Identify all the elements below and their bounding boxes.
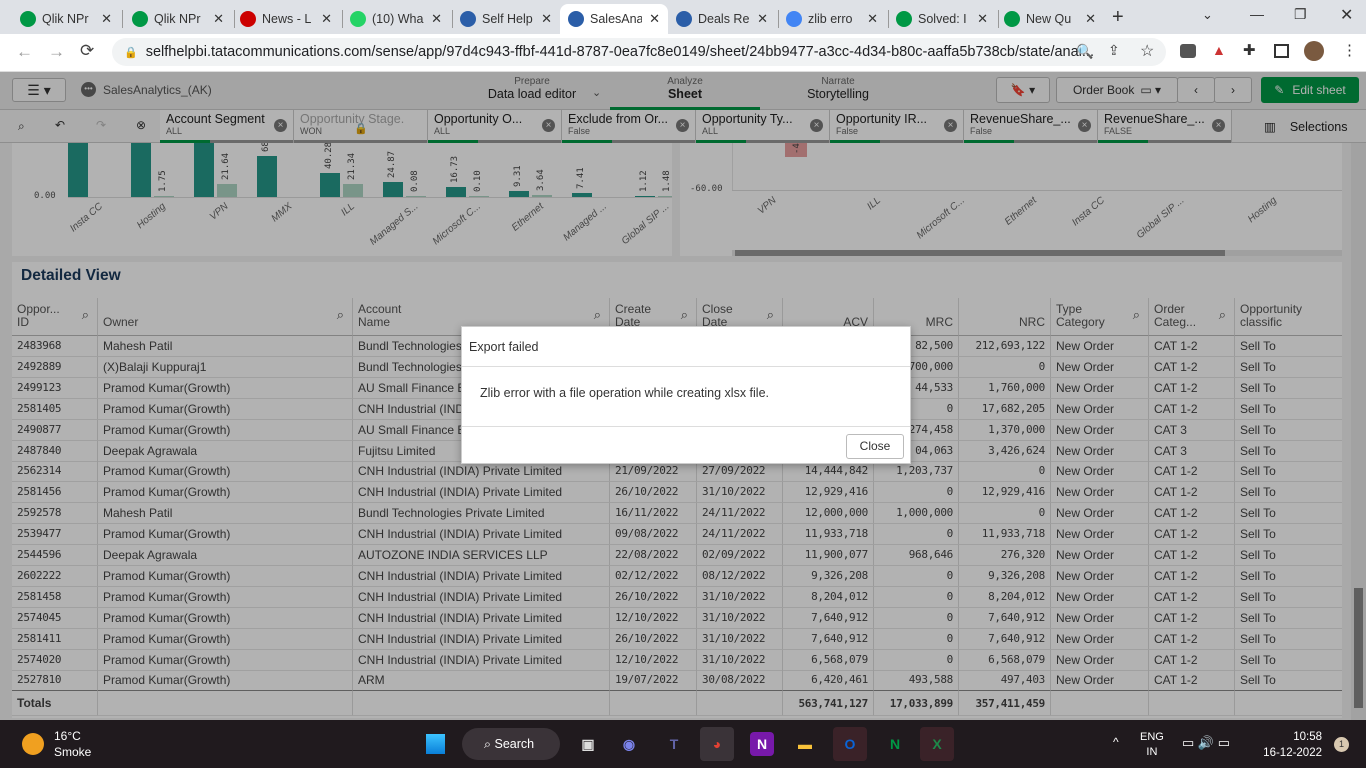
- taskbar-search[interactable]: ⌕ Search: [462, 728, 560, 760]
- google-icon: [786, 11, 802, 27]
- onenote-icon[interactable]: N: [750, 732, 774, 756]
- file-explorer-icon[interactable]: ▬: [788, 727, 822, 761]
- toi-icon: [240, 11, 256, 27]
- browser-tab[interactable]: Self Help ✕: [452, 4, 560, 34]
- dialog-title: Export failed: [462, 327, 910, 367]
- whatsapp-icon: [350, 11, 366, 27]
- side-panel-icon[interactable]: [1274, 44, 1289, 58]
- browser-tab[interactable]: Qlik NPr ✕: [12, 4, 120, 34]
- teams-meet-icon[interactable]: ◉: [612, 727, 646, 761]
- browser-tab[interactable]: SalesAna ✕: [560, 4, 668, 34]
- browser-menu-icon[interactable]: ⋮: [1342, 41, 1357, 59]
- browser-tab[interactable]: New Qu ✕: [996, 4, 1104, 34]
- restore-button[interactable]: ❐: [1294, 6, 1307, 23]
- weather-temp[interactable]: 16°C: [54, 729, 81, 743]
- lang-line1: ENG: [1140, 731, 1164, 743]
- dialog-message: Zlib error with a file operation while c…: [462, 367, 910, 427]
- tab-separator: [122, 10, 123, 28]
- browser-tab[interactable]: Qlik NPr ✕: [124, 4, 232, 34]
- extension-santa-icon[interactable]: ▲: [1212, 42, 1226, 58]
- new-tab-button[interactable]: +: [1112, 6, 1124, 29]
- tab-title: (10) Wha: [372, 12, 424, 26]
- qlik-q-icon: [896, 11, 912, 27]
- tab-title: SalesAna: [590, 12, 642, 26]
- tab-close-icon[interactable]: ✕: [977, 11, 988, 27]
- tab-title: Qlik NPr: [154, 12, 201, 26]
- tab-close-icon[interactable]: ✕: [867, 11, 878, 27]
- clock-time: 10:58: [1293, 731, 1322, 743]
- minimize-button[interactable]: —: [1250, 6, 1264, 22]
- browser-tab[interactable]: News - L ✕: [232, 4, 340, 34]
- browser-tab[interactable]: zlib erro ✕: [778, 4, 886, 34]
- tab-title: Self Help: [482, 12, 533, 26]
- share-icon[interactable]: ⇪: [1108, 42, 1120, 59]
- browser-tab[interactable]: (10) Wha ✕: [342, 4, 450, 34]
- lock-icon: 🔒: [124, 46, 138, 59]
- language-indicator[interactable]: ENG IN: [1140, 730, 1164, 760]
- forward-icon[interactable]: →: [48, 42, 65, 62]
- tab-close-icon[interactable]: ✕: [213, 11, 224, 27]
- back-icon[interactable]: ←: [16, 42, 33, 62]
- weather-icon[interactable]: [22, 733, 44, 755]
- notification-badge[interactable]: 1: [1334, 737, 1349, 752]
- teams-icon[interactable]: T: [657, 727, 691, 761]
- tab-title: Qlik NPr: [42, 12, 89, 26]
- clock[interactable]: 10:58 16-12-2022: [1262, 729, 1322, 761]
- tab-title: Solved: I: [918, 12, 967, 26]
- start-windows-icon[interactable]: [424, 733, 446, 755]
- tab-close-icon[interactable]: ✕: [649, 11, 660, 27]
- tata-icon: [460, 11, 476, 27]
- qlik-n-icon: [20, 11, 36, 27]
- tray-chevron-icon[interactable]: ^: [1113, 735, 1119, 749]
- tab-close-icon[interactable]: ✕: [757, 11, 768, 27]
- dialog-close-button[interactable]: Close: [846, 434, 904, 459]
- qlik-n-icon: [132, 11, 148, 27]
- tab-title: New Qu: [1026, 12, 1072, 26]
- close-window-button[interactable]: ✕: [1340, 5, 1353, 25]
- tab-close-icon[interactable]: ✕: [321, 11, 332, 27]
- url-text: selfhelpbi.tatacommunications.com/sense/…: [145, 44, 1094, 60]
- tab-close-icon[interactable]: ✕: [541, 11, 552, 27]
- browser-tab[interactable]: Deals Re ✕: [668, 4, 776, 34]
- outlook-icon[interactable]: O: [833, 727, 867, 761]
- browser-tab[interactable]: Solved: I ✕: [888, 4, 996, 34]
- zoom-icon[interactable]: 🔍: [1076, 43, 1093, 60]
- qlik-q-icon: [1004, 11, 1020, 27]
- url-bar[interactable]: 🔒 selfhelpbi.tatacommunications.com/sense…: [112, 38, 1166, 66]
- clock-date: 16-12-2022: [1263, 747, 1322, 759]
- reload-icon[interactable]: ⟳: [80, 41, 94, 61]
- network-volume-battery-icons[interactable]: ▭ 🔊 ▭: [1182, 735, 1230, 751]
- browser-tab-strip: Qlik NPr ✕ Qlik NPr ✕ News - L ✕ (10) Wha ✕ Self…: [0, 0, 1366, 34]
- search-icon: ⌕: [484, 737, 495, 751]
- tab-title: zlib erro: [808, 12, 853, 26]
- tab-title: News - L: [262, 12, 312, 26]
- export-failed-dialog: Export failed Zlib error with a file ope…: [461, 326, 911, 464]
- tab-close-icon[interactable]: ✕: [1085, 11, 1096, 27]
- tata-icon: [568, 11, 584, 27]
- task-view-icon[interactable]: ▣: [571, 727, 605, 761]
- excel-icon[interactable]: X: [920, 727, 954, 761]
- tab-close-icon[interactable]: ✕: [101, 11, 112, 27]
- chrome-icon[interactable]: ◕: [700, 727, 734, 761]
- tata-icon: [676, 11, 692, 27]
- tab-search-button[interactable]: ⌄: [1202, 7, 1213, 23]
- tab-title: Deals Re: [698, 12, 750, 26]
- extensions-puzzle-icon[interactable]: ✚: [1243, 41, 1256, 59]
- weather-desc[interactable]: Smoke: [54, 745, 91, 759]
- tab-close-icon[interactable]: ✕: [431, 11, 442, 27]
- lang-line2: IN: [1146, 746, 1158, 758]
- bookmark-star-icon[interactable]: ☆: [1140, 41, 1154, 61]
- extension-icon[interactable]: [1180, 44, 1196, 58]
- qlik-taskbar-icon[interactable]: N: [878, 727, 912, 761]
- profile-avatar[interactable]: [1304, 41, 1324, 61]
- taskbar-search-label: Search: [494, 737, 535, 751]
